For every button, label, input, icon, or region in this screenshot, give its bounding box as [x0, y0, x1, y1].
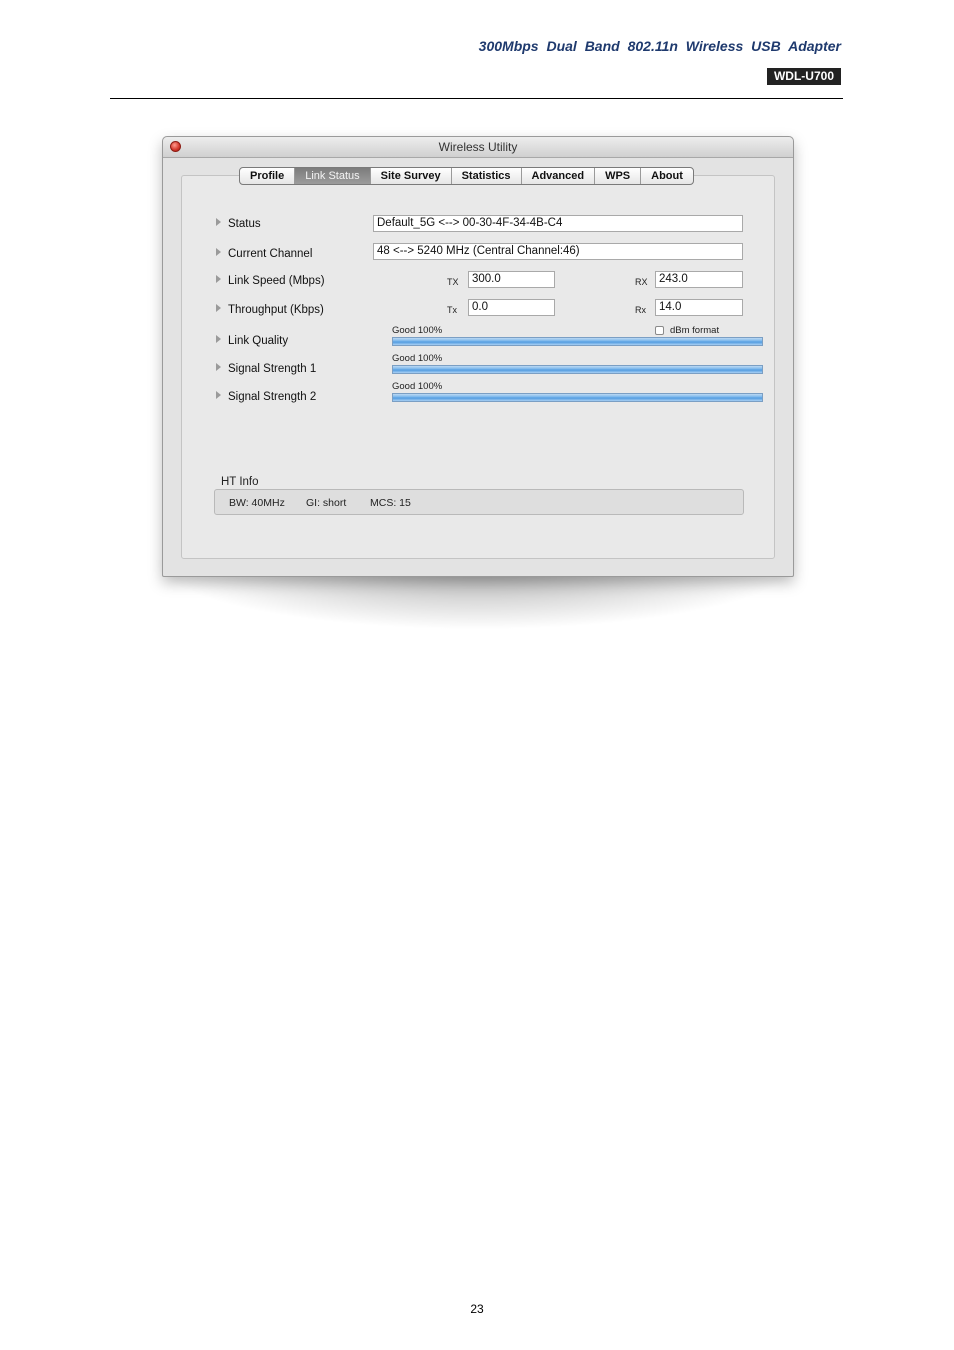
ht-info-label: HT Info: [221, 476, 259, 488]
ht-bandwidth: BW: 40MHz: [229, 497, 285, 509]
current-channel-field: 48 <--> 5240 MHz (Central Channel:46): [373, 243, 743, 260]
link-quality-caption: Good 100%: [392, 325, 443, 336]
link-speed-tx-label: TX: [447, 277, 459, 287]
disclosure-arrow-icon: [216, 248, 221, 256]
tab-profile[interactable]: Profile: [240, 168, 296, 184]
tab-about[interactable]: About: [641, 168, 693, 184]
tab-statistics[interactable]: Statistics: [452, 168, 522, 184]
link-quality-bar: [392, 337, 763, 346]
disclosure-arrow-icon: [216, 335, 221, 343]
dbm-format-label: dBm format: [670, 325, 720, 336]
tab-link-status[interactable]: Link Status: [295, 168, 371, 184]
title-bar[interactable]: Wireless Utility: [163, 137, 793, 158]
throughput-tx-label: Tx: [447, 305, 457, 315]
throughput-rx-field: 14.0: [655, 299, 743, 316]
link-speed-rx-field: 243.0: [655, 271, 743, 288]
model-badge: WDL-U700: [766, 68, 841, 85]
window-title: Wireless Utility: [438, 140, 518, 154]
link-status-panel: Status Default_5G <--> 00-30-4F-34-4B-C4…: [181, 175, 775, 559]
tab-advanced[interactable]: Advanced: [522, 168, 596, 184]
tab-site-survey[interactable]: Site Survey: [371, 168, 452, 184]
ht-info-box: BW: 40MHz GI: short MCS: 15: [214, 489, 744, 515]
disclosure-arrow-icon: [216, 363, 221, 371]
dbm-format-checkbox[interactable]: [655, 326, 664, 335]
throughput-rx-label: Rx: [635, 305, 646, 315]
status-label: Status: [216, 218, 261, 230]
disclosure-arrow-icon: [216, 218, 221, 226]
document-title: 300Mbps Dual Band 802.11n Wireless USB A…: [478, 38, 841, 54]
current-channel-label: Current Channel: [216, 248, 312, 260]
signal-strength-2-caption: Good 100%: [392, 381, 443, 392]
link-quality-label: Link Quality: [216, 335, 288, 347]
throughput-tx-field: 0.0: [468, 299, 555, 316]
wireless-utility-window: Wireless Utility Status Default_5G <--> …: [162, 136, 794, 577]
ht-mcs: MCS: 15: [370, 497, 411, 509]
signal-strength-2-label: Signal Strength 2: [216, 391, 316, 403]
link-speed-label: Link Speed (Mbps): [216, 275, 325, 287]
signal-strength-1-label: Signal Strength 1: [216, 363, 316, 375]
signal-strength-1-bar: [392, 365, 763, 374]
disclosure-arrow-icon: [216, 391, 221, 399]
tab-wps[interactable]: WPS: [595, 168, 642, 184]
page-number: 23: [470, 1302, 484, 1316]
disclosure-arrow-icon: [216, 304, 221, 312]
signal-strength-2-bar: [392, 393, 763, 402]
link-speed-rx-label: RX: [635, 277, 648, 287]
signal-strength-1-caption: Good 100%: [392, 353, 443, 364]
header-rule: [110, 98, 843, 99]
disclosure-arrow-icon: [216, 275, 221, 283]
status-field: Default_5G <--> 00-30-4F-34-4B-C4: [373, 215, 743, 232]
ht-guard-interval: GI: short: [306, 497, 347, 509]
throughput-label: Throughput (Kbps): [216, 304, 324, 316]
tab-bar: Profile Link Status Site Survey Statistics A…: [239, 167, 694, 185]
link-speed-tx-field: 300.0: [468, 271, 555, 288]
